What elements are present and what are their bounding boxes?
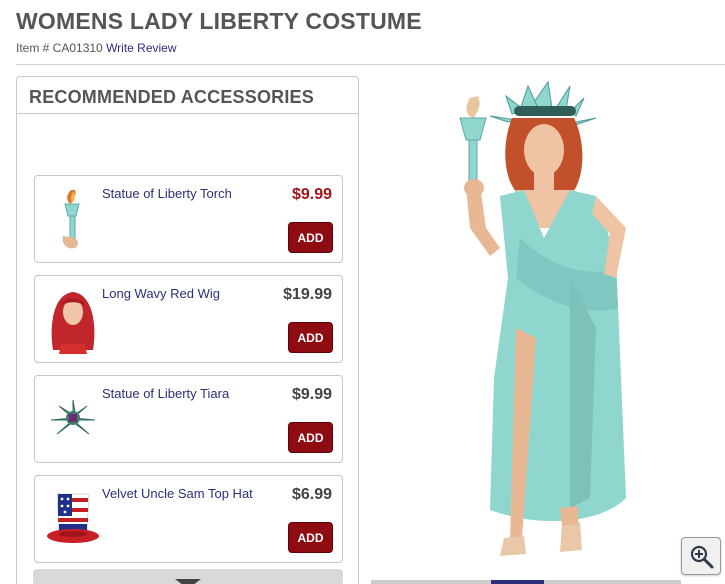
write-review-link[interactable]: Write Review	[106, 41, 176, 55]
accessory-price: $9.99	[291, 186, 332, 203]
divider	[16, 64, 725, 65]
scroll-down-button[interactable]	[33, 569, 343, 584]
product-title: WOMENS LADY LIBERTY COSTUME	[16, 8, 422, 34]
top-hat-icon[interactable]	[43, 486, 103, 554]
add-tiara-button[interactable]: ADD	[288, 422, 333, 453]
accessory-name[interactable]: Statue of Liberty Tiara	[102, 386, 229, 401]
chevron-down-icon	[175, 579, 201, 584]
item-number: Item # CA01310	[16, 41, 103, 55]
item-line: Item # CA01310 Write Review	[16, 41, 177, 55]
accessory-card-tiara: Statue of Liberty Tiara $9.99 ADD	[34, 375, 343, 463]
wig-icon[interactable]	[43, 286, 103, 354]
accessory-price: $6.99	[291, 486, 332, 503]
accessory-name[interactable]: Velvet Uncle Sam Top Hat	[102, 486, 253, 501]
add-torch-button[interactable]: ADD	[288, 222, 333, 253]
accessory-price: $19.99	[283, 286, 332, 303]
product-image[interactable]	[420, 78, 670, 568]
accessories-heading: RECOMMENDED ACCESSORIES	[17, 77, 358, 114]
torch-icon[interactable]	[43, 186, 103, 254]
accessory-name[interactable]: Statue of Liberty Torch	[102, 186, 232, 201]
accessory-name[interactable]: Long Wavy Red Wig	[102, 286, 220, 301]
accessory-card-wig: Long Wavy Red Wig $19.99 ADD	[34, 275, 343, 363]
recommended-accessories-panel: RECOMMENDED ACCESSORIES Statue of Libert…	[16, 76, 359, 584]
accessory-price: $9.99	[291, 386, 332, 403]
zoom-in-icon	[690, 545, 714, 569]
zoom-in-button[interactable]	[681, 537, 721, 575]
add-wig-button[interactable]: ADD	[288, 322, 333, 353]
accessory-card-top-hat: Velvet Uncle Sam Top Hat $6.99 ADD	[34, 475, 343, 563]
thumbnail-scrollbar-thumb[interactable]	[491, 580, 544, 584]
tiara-icon[interactable]	[43, 386, 103, 454]
add-top-hat-button[interactable]: ADD	[288, 522, 333, 553]
accessory-card-torch: Statue of Liberty Torch $9.99 ADD	[34, 175, 343, 263]
